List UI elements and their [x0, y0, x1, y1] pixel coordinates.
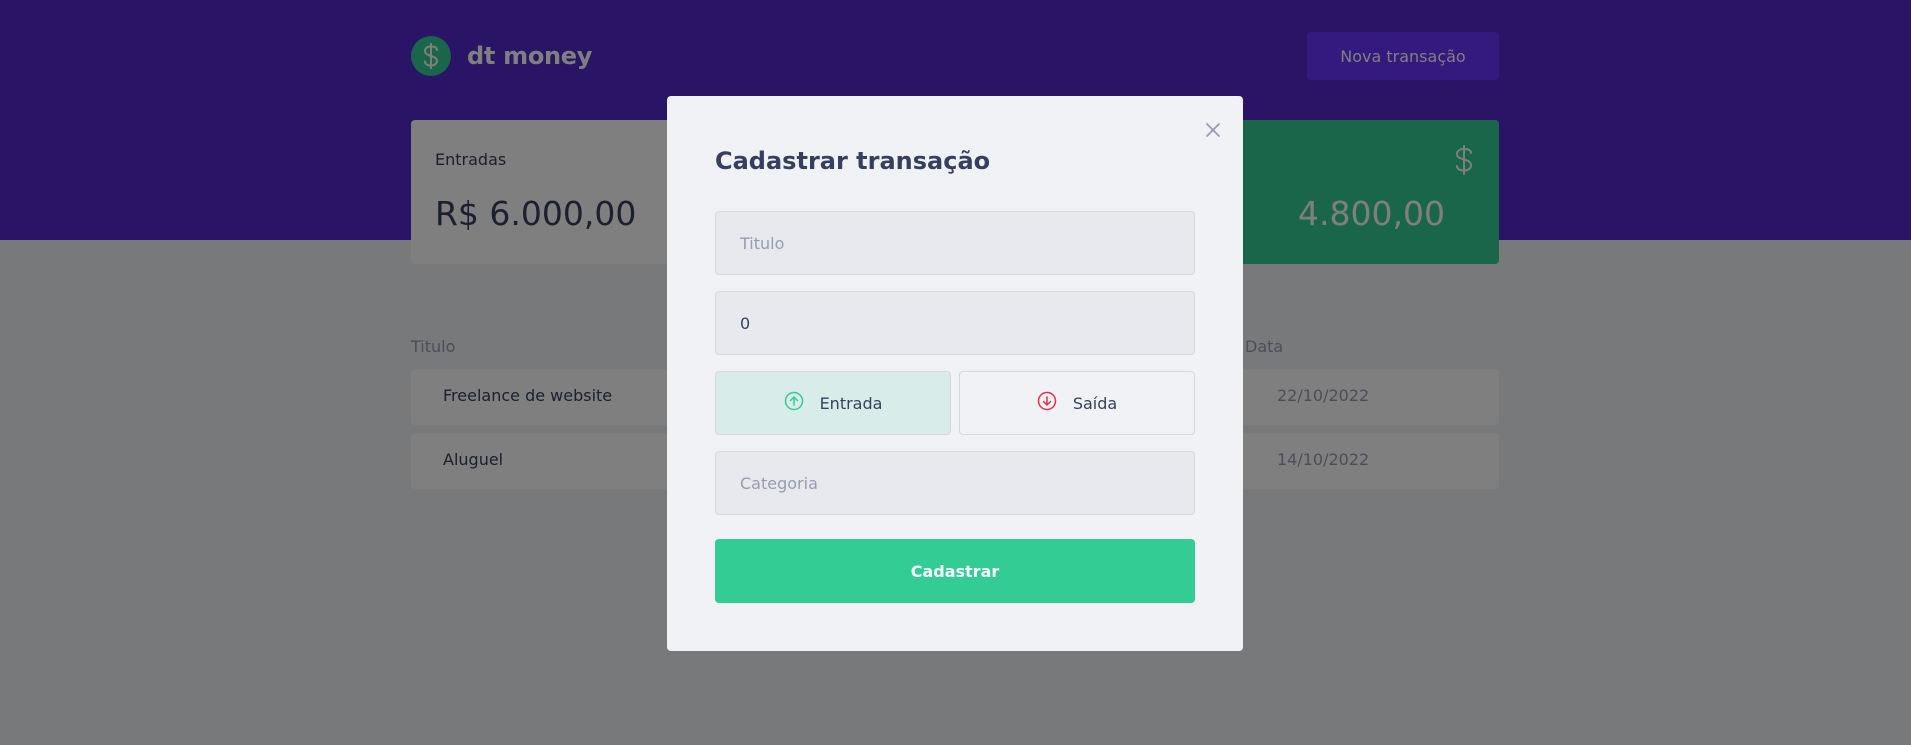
category-input[interactable] — [715, 451, 1195, 515]
arrow-circle-down-icon — [1037, 391, 1057, 415]
amount-input[interactable] — [715, 291, 1195, 355]
outcome-type-button[interactable]: Saída — [959, 371, 1195, 435]
title-input[interactable] — [715, 211, 1195, 275]
income-type-label: Entrada — [819, 393, 883, 413]
submit-button[interactable]: Cadastrar — [715, 539, 1195, 603]
outcome-type-label: Saída — [1072, 393, 1118, 413]
income-type-button[interactable]: Entrada — [715, 371, 951, 435]
modal-title: Cadastrar transação — [715, 147, 991, 175]
close-icon[interactable] — [1200, 117, 1226, 143]
new-transaction-modal: Cadastrar transação Entrada Saída Cadast… — [667, 96, 1243, 651]
arrow-circle-up-icon — [784, 391, 804, 415]
